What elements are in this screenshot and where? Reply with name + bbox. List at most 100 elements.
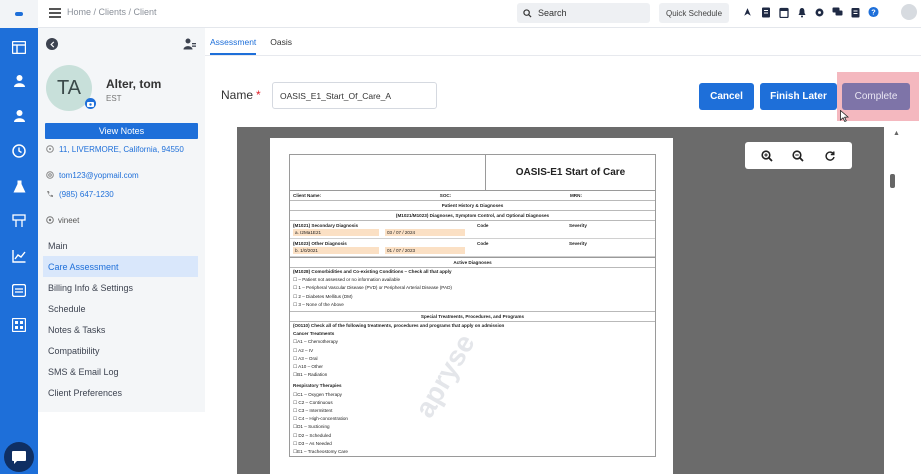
gear-icon[interactable] xyxy=(814,6,825,18)
svg-text:?: ? xyxy=(871,8,876,17)
tab-divider xyxy=(205,55,921,56)
therapy-option[interactable]: ☐ D3 – As Needed xyxy=(290,440,655,448)
support-chat-button[interactable] xyxy=(4,442,34,472)
client-timezone: EST xyxy=(106,94,122,103)
help-icon[interactable]: ? xyxy=(868,6,879,18)
calculator-icon[interactable] xyxy=(7,314,31,336)
chat-bubble-icon xyxy=(12,450,26,464)
client-name-field-label: Client Name: xyxy=(293,193,322,198)
scroll-up-icon[interactable]: ▲ xyxy=(893,130,900,137)
assessment-name-input[interactable]: OASIS_E1_Start_Of_Care_A xyxy=(272,82,437,109)
back-arrow-icon[interactable] xyxy=(46,38,58,50)
section-special-treatments: Special Treatments, Procedures, and Prog… xyxy=(290,312,655,323)
complete-button[interactable]: Complete xyxy=(842,83,910,110)
chart-icon[interactable] xyxy=(7,245,31,267)
top-icons: ? xyxy=(742,6,879,18)
oasis-form: OASIS-E1 Start of Care Client Name: SOC:… xyxy=(289,154,656,458)
therapy-option[interactable]: ☐ C2 – Continuous xyxy=(290,399,655,407)
menu-item-care-assessment[interactable]: Care Assessment xyxy=(43,256,198,277)
calendar-icon[interactable] xyxy=(778,6,789,18)
diagnosis-1-date[interactable]: 03 / 07 / 2024 xyxy=(385,229,465,236)
search-placeholder: Search xyxy=(538,8,567,18)
m1028-option[interactable]: ☐ – Patient not assessed or no informati… xyxy=(290,276,655,284)
treatment-option[interactable]: ☐B1 – Radiation xyxy=(290,371,655,379)
m1028-option[interactable]: ☐ 1 – Peripheral Vascular Disease (PVD) … xyxy=(290,284,655,292)
soc-field-label: SOC: xyxy=(439,193,452,198)
document-page: OASIS-E1 Start of Care Client Name: SOC:… xyxy=(270,138,673,474)
clipboard-icon[interactable] xyxy=(850,6,861,18)
flask-icon[interactable] xyxy=(7,175,31,197)
cancel-button[interactable]: Cancel xyxy=(699,83,754,110)
treatment-option[interactable]: ☐ A10 – Other xyxy=(290,363,655,371)
hamburger-menu-icon[interactable] xyxy=(49,8,61,18)
finish-later-button[interactable]: Finish Later xyxy=(760,83,837,110)
assessment-tabs: Assessment Oasis xyxy=(210,37,292,55)
clock-icon[interactable] xyxy=(7,140,31,162)
target-icon xyxy=(46,216,54,226)
client-address[interactable]: 11, LIVERMORE, California, 94550 xyxy=(46,145,196,157)
document-title: OASIS-E1 Start of Care xyxy=(515,167,626,178)
name-label: Name * xyxy=(221,88,261,102)
client-side-panel: TA Alter, tom EST View Notes 11, LIVERMO… xyxy=(38,28,205,412)
client-phone-text: (985) 647-1230 xyxy=(59,190,114,199)
mouse-cursor-icon xyxy=(840,109,850,127)
chat-icon[interactable] xyxy=(832,6,843,18)
app-logo[interactable] xyxy=(0,0,38,28)
rocket-icon[interactable] xyxy=(742,6,753,18)
client-phone[interactable]: (985) 647-1230 xyxy=(46,190,114,200)
person-icon[interactable] xyxy=(7,104,31,126)
therapy-option[interactable]: ☐D1 – Suctioning xyxy=(290,423,655,431)
assigned-staff: vineet xyxy=(46,216,79,226)
scroll-thumb[interactable] xyxy=(890,174,895,188)
m1028-option[interactable]: ☐ 2 – Diabetes Mellitus (DM) xyxy=(290,293,655,301)
client-icon[interactable] xyxy=(7,69,31,91)
menu-item-billing-info[interactable]: Billing Info & Settings xyxy=(43,277,198,298)
zoom-out-icon[interactable] xyxy=(791,149,805,163)
dashboard-icon[interactable] xyxy=(7,36,31,58)
view-notes-button[interactable]: View Notes xyxy=(45,123,198,139)
client-email[interactable]: tom123@yopmail.com xyxy=(46,171,139,181)
people-icon[interactable] xyxy=(183,37,197,51)
bell-icon[interactable] xyxy=(796,6,807,18)
billing-icon[interactable] xyxy=(7,279,31,301)
o0110-question: (O0110) Check all of the following treat… xyxy=(293,323,505,329)
m1028-option[interactable]: ☐ 3 – None of the Above xyxy=(290,301,655,313)
rotate-icon[interactable] xyxy=(823,149,837,163)
tab-assessment[interactable]: Assessment xyxy=(210,37,257,55)
menu-item-schedule[interactable]: Schedule xyxy=(43,298,198,319)
zoom-in-icon[interactable] xyxy=(760,149,774,163)
location-pin-icon xyxy=(46,145,55,157)
search-input[interactable]: Search xyxy=(517,3,650,23)
therapy-option[interactable]: ☐ D2 – Scheduled xyxy=(290,432,655,440)
required-mark: * xyxy=(256,88,261,102)
diagnosis-1-input[interactable]: a. I2Ma1E21 xyxy=(293,229,379,236)
top-bar: Home / Clients / Client Search Quick Sch… xyxy=(0,0,921,28)
diagnosis-2-input[interactable]: b. 1/0/2021 xyxy=(293,247,379,254)
viewer-scrollbar[interactable]: ▲ xyxy=(884,127,921,474)
tab-oasis[interactable]: Oasis xyxy=(270,37,292,55)
menu-item-sms-email-log[interactable]: SMS & Email Log xyxy=(43,361,198,382)
diagnosis-2-date[interactable]: 01 / 07 / 2023 xyxy=(385,247,465,254)
quick-schedule-button[interactable]: Quick Schedule xyxy=(659,3,729,23)
user-avatar[interactable] xyxy=(901,4,917,20)
org-chart-icon[interactable] xyxy=(7,210,31,232)
menu-item-main[interactable]: Main xyxy=(43,235,198,256)
client-address-text: 11, LIVERMORE, California, 94550 xyxy=(59,145,184,154)
section-patient-history: Patient History & Diagnoses xyxy=(290,201,655,211)
menu-item-compatibility[interactable]: Compatibility xyxy=(43,340,198,361)
logo-mark-icon xyxy=(15,12,23,16)
therapy-option[interactable]: ☐ C3 – Intermittent xyxy=(290,407,655,415)
menu-item-client-preferences[interactable]: Client Preferences xyxy=(43,382,198,403)
search-icon xyxy=(523,8,532,18)
mrn-field-label: MRN: xyxy=(569,193,582,198)
document-icon[interactable] xyxy=(760,6,771,18)
client-name: Alter, tom xyxy=(106,77,162,91)
therapy-option[interactable]: ☐E1 – Tracheostomy Care xyxy=(290,448,655,456)
therapy-option[interactable]: ☐C1 – Oxygen Therapy xyxy=(290,391,655,399)
menu-item-notes-tasks[interactable]: Notes & Tasks xyxy=(43,319,198,340)
section-diagnoses: (M1021/M1023) Diagnoses, Symptom Control… xyxy=(290,211,655,221)
left-nav-rail xyxy=(0,28,38,474)
breadcrumb[interactable]: Home / Clients / Client xyxy=(67,7,157,17)
therapy-option[interactable]: ☐ C4 – High-concentration xyxy=(290,415,655,423)
camera-icon[interactable] xyxy=(85,98,96,109)
